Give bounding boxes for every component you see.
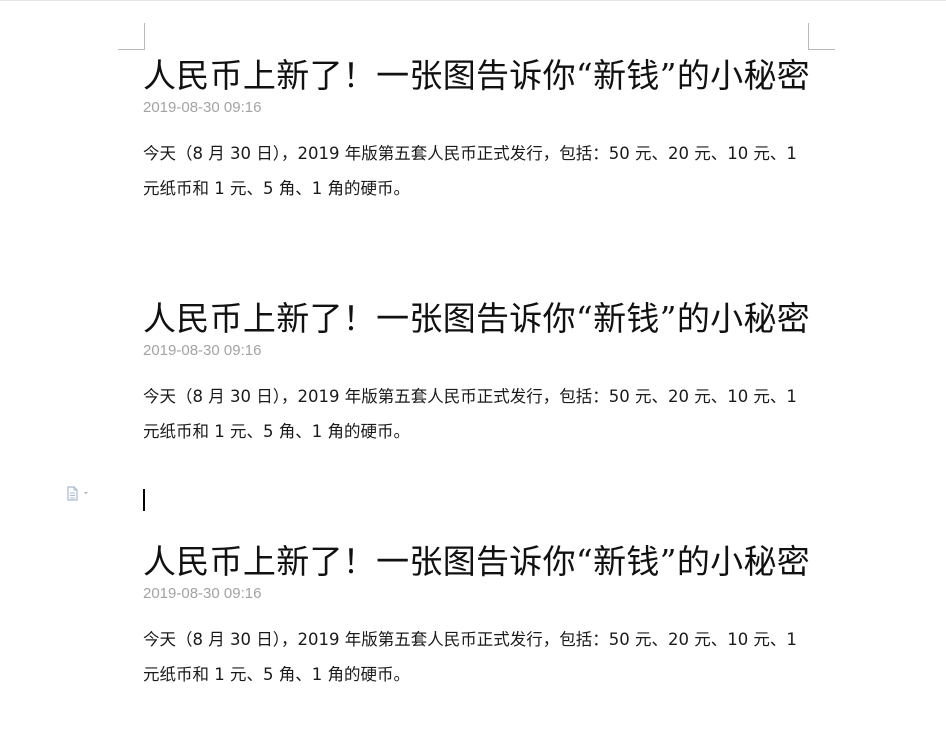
article-title[interactable]: 人民币上新了！一张图告诉你“新钱”的小秘密 [143,297,823,341]
article-date[interactable]: 2019-08-30 09:16 [143,585,823,603]
article-block-1: 人民币上新了！一张图告诉你“新钱”的小秘密 2019-08-30 09:16 今… [143,54,823,206]
page-margin-corner-top-right [808,23,835,50]
article-body[interactable]: 今天（8 月 30 日），2019 年版第五套人民币正式发行，包括：50 元、2… [143,379,813,449]
article-body[interactable]: 今天（8 月 30 日），2019 年版第五套人民币正式发行，包括：50 元、2… [143,136,813,206]
article-body[interactable]: 今天（8 月 30 日），2019 年版第五套人民币正式发行，包括：50 元、2… [143,622,813,692]
article-title[interactable]: 人民币上新了！一张图告诉你“新钱”的小秘密 [143,54,823,98]
page-top-border [0,0,946,1]
article-date[interactable]: 2019-08-30 09:16 [143,99,823,117]
article-block-2: 人民币上新了！一张图告诉你“新钱”的小秘密 2019-08-30 09:16 今… [143,297,823,449]
article-block-3: 人民币上新了！一张图告诉你“新钱”的小秘密 2019-08-30 09:16 今… [143,540,823,692]
document-icon [67,486,88,501]
text-cursor [143,489,145,511]
article-title[interactable]: 人民币上新了！一张图告诉你“新钱”的小秘密 [143,540,823,584]
paragraph-menu-button[interactable] [66,486,94,502]
article-date[interactable]: 2019-08-30 09:16 [143,342,823,360]
page-margin-corner-top-left [118,23,145,50]
chevron-down-icon [84,492,88,495]
